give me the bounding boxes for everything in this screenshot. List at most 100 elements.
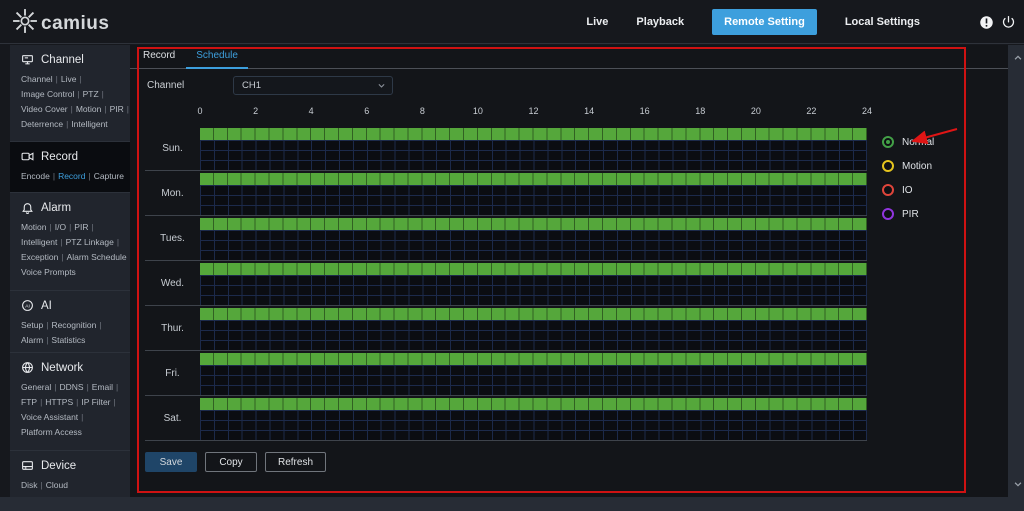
tab-record[interactable]: Record	[143, 45, 175, 69]
schedule-bar-normal	[200, 173, 867, 185]
hour-label-14: 14	[584, 106, 595, 116]
channel-label: Channel	[147, 80, 185, 91]
sidebar-section-title: Record	[41, 150, 79, 163]
hour-label-20: 20	[750, 106, 761, 116]
sidebar-link-encode[interactable]: Encode	[21, 171, 50, 181]
vertical-scrollbar[interactable]	[1008, 45, 1024, 511]
sidebar-link-intelligent[interactable]: Intelligent	[71, 119, 107, 129]
main-content: Record Schedule Channel CH1 0 2 4 6 8 10 12 14 16…	[130, 45, 1008, 497]
sidebar-link-image-control[interactable]: Image Control	[21, 89, 74, 99]
schedule-bar-normal	[200, 128, 867, 140]
hour-label-10: 10	[472, 106, 483, 116]
schedule-track-mon[interactable]	[200, 173, 867, 215]
sidebar-link-disk[interactable]: Disk	[21, 480, 38, 490]
sidebar-link-setup[interactable]: Setup	[21, 320, 43, 330]
schedule-bar-normal	[200, 218, 867, 230]
tab-schedule[interactable]: Schedule	[186, 45, 248, 69]
sidebar-link-cloud[interactable]: Cloud	[46, 480, 68, 490]
sidebar-section-title: Channel	[41, 53, 84, 66]
svg-text:AI: AI	[25, 303, 30, 309]
sidebar-link-intelligent[interactable]: Intelligent	[21, 237, 57, 247]
sidebar-link-general[interactable]: General	[21, 382, 51, 392]
header-nav: Live Playback Remote Setting Local Settings	[586, 0, 920, 44]
sidebar-link-ptz[interactable]: PTZ	[83, 89, 99, 99]
day-label-tues: Tues.	[160, 232, 185, 244]
sidebar-section-device: Device Disk | Cloud	[10, 450, 130, 497]
sidebar-link-capture[interactable]: Capture	[94, 171, 124, 181]
network-icon	[21, 361, 34, 374]
sidebar-link-record[interactable]: Record	[58, 171, 85, 181]
sidebar-scroll-up-icon[interactable]	[1013, 53, 1023, 63]
sidebar-link-voice-assistant[interactable]: Voice Assistant	[21, 412, 78, 422]
sidebar-section-channel: Channel Channel | Live | Image Control | PTZ | Vi…	[21, 53, 129, 130]
header-bar: camius Live Playback Remote Setting Local S…	[0, 0, 1024, 44]
channel-select[interactable]: CH1	[233, 76, 393, 95]
sidebar-link-ddns[interactable]: DDNS	[59, 382, 83, 392]
sidebar-link-ftp[interactable]: FTP	[21, 397, 37, 407]
sidebar-link-deterrence[interactable]: Deterrence	[21, 119, 63, 129]
schedule-track-thur[interactable]	[200, 308, 867, 350]
sidebar-link-pir[interactable]: PIR	[74, 222, 88, 232]
camius-starburst-icon	[12, 8, 38, 39]
hour-label-8: 8	[419, 106, 425, 116]
sidebar-link-alarm[interactable]: Alarm	[21, 335, 43, 345]
sidebar-scroll-down-icon[interactable]	[1013, 479, 1023, 489]
hour-label-4: 4	[308, 106, 314, 116]
nav-remote-setting[interactable]: Remote Setting	[712, 9, 817, 35]
sidebar-section-network: Network General | DDNS | Email | FTP | HTTPS | IP F…	[10, 352, 130, 450]
sidebar-link-video-cover[interactable]: Video Cover	[21, 104, 68, 114]
horizontal-scrollbar[interactable]	[0, 497, 1024, 511]
sidebar-link-motion[interactable]: Motion	[76, 104, 102, 114]
sidebar-link-motion[interactable]: Motion	[21, 222, 47, 232]
sidebar-link-statistics[interactable]: Statistics	[51, 335, 85, 345]
sidebar-link-i-o[interactable]: I/O	[55, 222, 66, 232]
sidebar-link-exception[interactable]: Exception	[21, 252, 58, 262]
logo: camius	[12, 8, 109, 39]
save-button[interactable]: Save	[145, 452, 197, 472]
legend-io[interactable]: IO	[882, 183, 934, 197]
schedule-track-fri[interactable]	[200, 353, 867, 395]
sidebar-link-pir[interactable]: PIR	[110, 104, 124, 114]
channel-select-value: CH1	[242, 80, 262, 91]
copy-button[interactable]: Copy	[205, 452, 257, 472]
legend-normal[interactable]: Normal	[882, 135, 934, 149]
hour-label-16: 16	[639, 106, 650, 116]
tab-bar: Record Schedule	[130, 45, 1008, 69]
alarm-icon	[21, 201, 34, 214]
sidebar-link-ptz-linkage[interactable]: PTZ Linkage	[66, 237, 114, 247]
schedule-track-tues[interactable]	[200, 218, 867, 260]
timeline-header: 0 2 4 6 8 10 12 14 16 18 20 22 24	[197, 106, 872, 118]
day-label-mon: Mon.	[161, 187, 184, 199]
chevron-down-icon	[377, 81, 386, 90]
sidebar-link-platform-access[interactable]: Platform Access	[21, 427, 82, 437]
sidebar-link-live[interactable]: Live	[61, 74, 77, 84]
schedule-track-sat[interactable]	[200, 398, 867, 440]
sidebar-link-https[interactable]: HTTPS	[45, 397, 73, 407]
radio-icon	[882, 184, 894, 196]
schedule-day-row-wed: Wed.	[145, 261, 867, 306]
device-icon	[21, 459, 34, 472]
power-icon[interactable]	[1001, 15, 1016, 30]
schedule-track-wed[interactable]	[200, 263, 867, 305]
sidebar-link-email[interactable]: Email	[92, 382, 113, 392]
sidebar-section-title: Device	[41, 459, 77, 472]
sidebar-link-channel[interactable]: Channel	[21, 74, 53, 84]
legend-motion[interactable]: Motion	[882, 159, 934, 173]
app-window: camius Live Playback Remote Setting Local S…	[0, 0, 1024, 511]
nav-playback[interactable]: Playback	[636, 16, 684, 28]
sidebar-link-alarm-schedule[interactable]: Alarm Schedule	[67, 252, 127, 262]
channel-icon	[21, 53, 34, 66]
sidebar-link-recognition[interactable]: Recognition	[51, 320, 96, 330]
sidebar-section-title: Alarm	[41, 201, 72, 214]
schedule-day-row-thur: Thur.	[145, 306, 867, 351]
legend-pir[interactable]: PIR	[882, 207, 934, 221]
schedule-track-sun[interactable]	[200, 128, 867, 170]
sidebar-section-title: Network	[41, 361, 84, 374]
refresh-button[interactable]: Refresh	[265, 452, 327, 472]
alert-icon[interactable]	[979, 15, 994, 30]
nav-local-settings[interactable]: Local Settings	[845, 16, 920, 28]
sidebar-link-voice-prompts[interactable]: Voice Prompts	[21, 267, 76, 277]
hour-label-2: 2	[253, 106, 259, 116]
nav-live[interactable]: Live	[586, 16, 608, 28]
sidebar-link-ip-filter[interactable]: IP Filter	[81, 397, 110, 407]
